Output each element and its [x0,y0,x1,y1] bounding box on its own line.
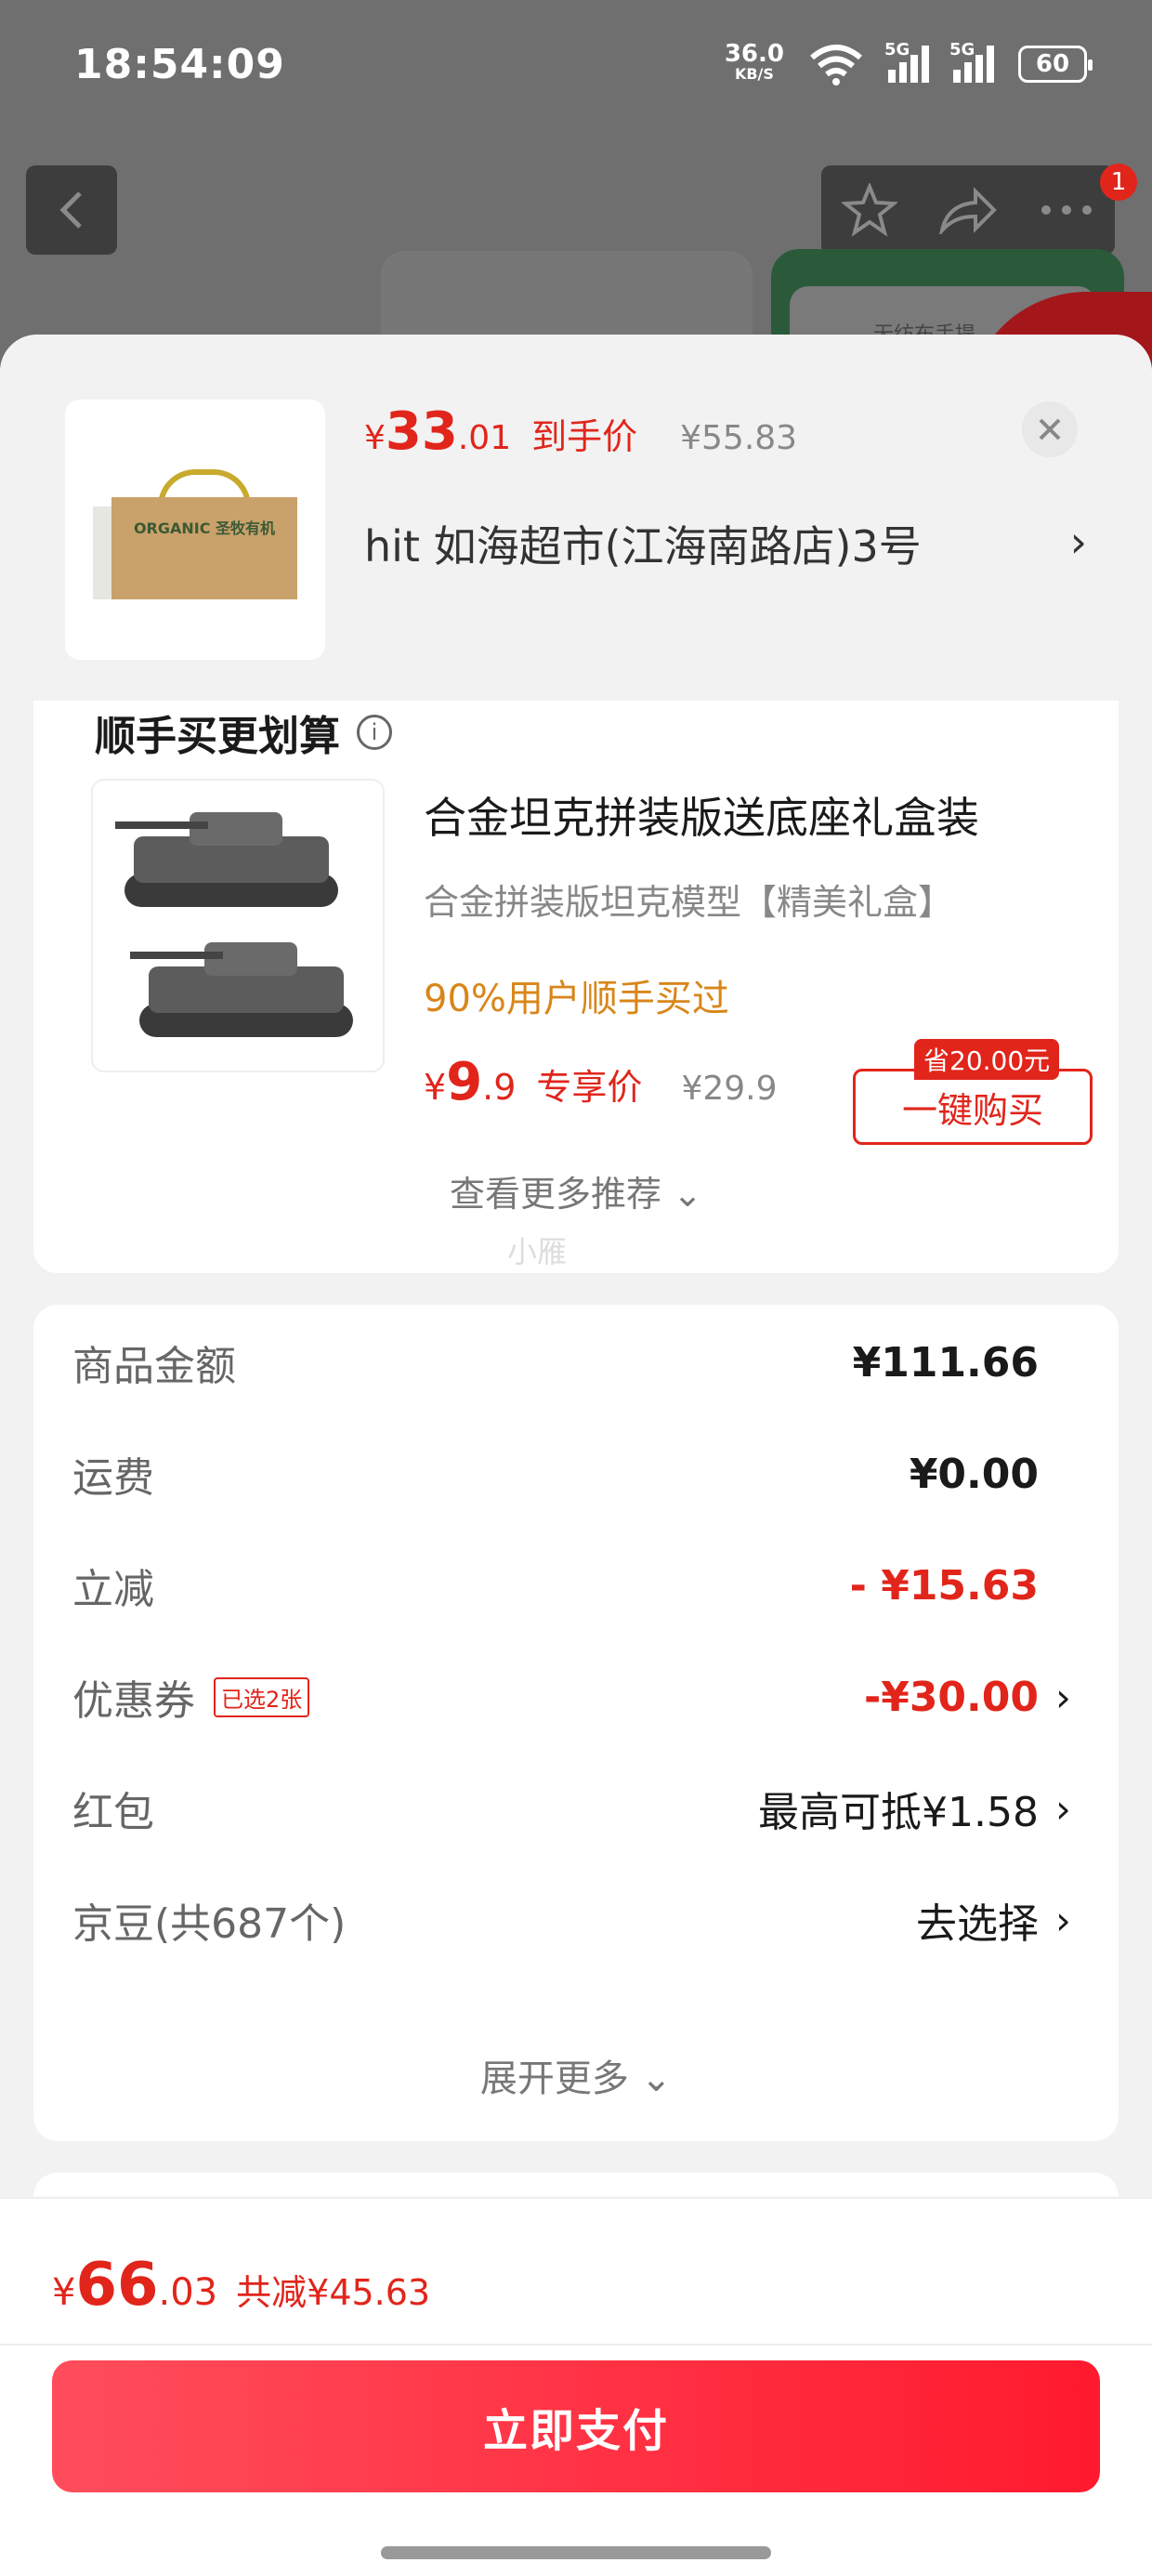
tank-icon [115,799,347,911]
back-button[interactable] [26,165,117,255]
tank-icon [130,929,362,1041]
chevron-right-icon: › [1055,1785,1071,1832]
signal-icon-sim1: 5G [884,40,929,83]
cost-label: 红包 [72,1789,154,1836]
recommend-title-text: 顺手买更划算 [95,713,340,760]
chevron-right-icon[interactable]: › [1070,517,1087,567]
price-tag: 专享价 [536,1067,643,1108]
sim1-label: 5G [884,40,910,59]
close-icon [1039,418,1061,440]
coupon-selected-chip: 已选2张 [214,1676,310,1717]
price-integer: 9 [446,1052,483,1112]
price-decimal: .03 [158,2271,218,2314]
original-price: ¥29.9 [681,1070,778,1108]
total-savings: 共减¥45.63 [236,2272,431,2313]
recommend-title: 顺手买更划算 i [95,703,392,762]
cost-value: -¥30.00 › [864,1674,1076,1721]
checkout-sheet: ORGANIC 圣牧有机 ¥ 33 .01 到手价 ¥55.83 hit 如海超… [0,335,1152,2576]
close-button[interactable] [1022,401,1078,457]
savings-badge: 省20.00元 [914,1039,1060,1080]
recommend-card: 顺手买更划算 i 合金坦克拼装版送底座礼盒装 合金拼装版坦克模型【精美礼盒】 9… [33,701,1119,1273]
status-bar: 18:54:09 36.0 KB/S 5G 5G 60 [0,0,1152,139]
recommend-item-image[interactable] [91,779,385,1072]
cost-row-red-packet[interactable]: 红包 最高可抵¥1.58 › [72,1771,1076,1846]
cost-summary-card: 商品金额 ¥111.66 运费 ¥0.00 立减 - ¥15.63 优惠券 已选2… [33,1305,1119,2141]
product-header: ORGANIC 圣牧有机 ¥ 33 .01 到手价 ¥55.83 hit 如海超… [0,335,1152,701]
top-action-bar [821,165,1115,255]
battery-icon: 60 [1018,46,1093,83]
recommend-item-name[interactable]: 合金坦克拼装版送底座礼盒装 [424,784,979,846]
subtotal-value: ¥111.66 [852,1338,1039,1387]
cost-label: 立减 [72,1566,154,1613]
sim2-label: 5G [949,40,975,59]
price-currency: ¥ [424,1067,447,1108]
cost-row-subtotal: 商品金额 ¥111.66 [72,1325,1076,1400]
price-currency: ¥ [52,2271,76,2314]
divider [0,2344,1152,2346]
cost-row-shipping: 运费 ¥0.00 [72,1437,1076,1511]
cost-value: - ¥15.63 [850,1562,1076,1610]
view-more-recommendations[interactable]: 查看更多推荐 ⌄ [33,1165,1119,1216]
expand-more-button[interactable]: 展开更多 ⌄ [33,2048,1119,2102]
wifi-icon [810,45,862,85]
status-icons: 36.0 KB/S 5G 5G 60 [725,40,1093,85]
product-thumbnail[interactable]: ORGANIC 圣牧有机 [65,400,325,660]
more-dots-icon[interactable] [1039,204,1094,217]
price-integer: 33 [385,401,458,462]
favorite-star-icon[interactable] [842,183,897,237]
network-speed: 36.0 KB/S [725,42,784,85]
shipping-value: ¥0.00 [909,1450,1039,1498]
instant-discount-value: - ¥15.63 [849,1561,1039,1610]
cost-value: ¥0.00 [910,1451,1076,1498]
store-name[interactable]: hit 如海超市(江海南路店)3号 [364,513,1089,574]
recommend-item-subtitle: 合金拼装版坦克模型【精美礼盒】 [424,882,954,923]
chevron-right-icon: › [1055,1897,1071,1943]
cost-row-jingdou[interactable]: 京豆(共687个) 去选择 › [72,1883,1076,1957]
total-price: ¥ 66 .03 共减¥45.63 [52,2251,430,2320]
recommend-item-popularity: 90%用户顺手买过 [424,978,729,1020]
jingdou-value: 去选择 [916,1900,1039,1948]
product-image-brand: ORGANIC 圣牧有机 [133,519,276,537]
status-time: 18:54:09 [74,41,285,88]
home-indicator[interactable] [381,2546,771,2559]
original-price: ¥55.83 [680,419,798,457]
price-decimal: .9 [482,1067,517,1108]
battery-level: 60 [1035,50,1070,78]
chevron-right-icon: › [1055,1674,1071,1720]
cost-value: 去选择 › [916,1890,1076,1950]
price-integer: 66 [75,2251,159,2320]
cost-row-coupon[interactable]: 优惠券 已选2张 -¥30.00 › [72,1660,1076,1734]
cost-row-instant-discount: 立减 - ¥15.63 [72,1548,1076,1623]
price-currency: ¥ [364,419,386,457]
notification-badge: 1 [1100,164,1137,201]
info-icon[interactable]: i [357,715,392,750]
price-tag: 到手价 [531,416,638,457]
one-click-buy-button[interactable]: 一键购买 [853,1069,1093,1145]
cost-value: 最高可抵¥1.58 › [758,1779,1076,1838]
cost-label: 京豆(共687个) [72,1900,347,1948]
watermark: 小雁 [507,1234,568,1269]
cost-label: 商品金额 [72,1343,236,1390]
signal-icon-sim2: 5G [949,40,994,83]
cost-value: ¥111.66 [853,1339,1076,1387]
coupon-value: -¥30.00 [863,1673,1039,1721]
milk-box-image: ORGANIC 圣牧有机 [93,460,297,599]
cost-label: 运费 [72,1454,154,1502]
recommend-item-price: ¥ 9 .9 专享价 ¥29.9 [424,1052,778,1112]
back-arrow-icon [59,191,82,229]
red-packet-value: 最高可抵¥1.58 [758,1789,1039,1836]
product-price: ¥ 33 .01 到手价 ¥55.83 [364,401,797,462]
share-icon[interactable] [938,186,998,234]
price-decimal: .01 [457,419,512,457]
cost-label: 优惠券 已选2张 [72,1667,310,1727]
checkout-footer: ¥ 66 .03 共减¥45.63 立即支付 [0,2197,1152,2576]
coupon-label: 优惠券 [72,1677,195,1725]
pay-now-button[interactable]: 立即支付 [52,2360,1100,2492]
